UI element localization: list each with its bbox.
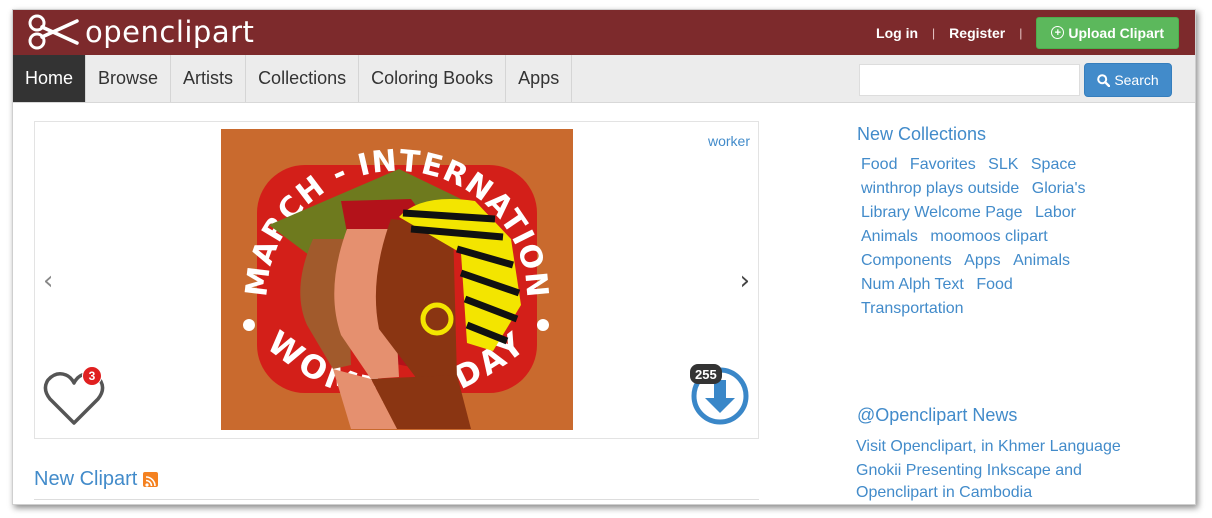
logo-text: openclipart: [85, 15, 255, 49]
separator: |: [932, 25, 936, 40]
section-divider: [34, 499, 759, 500]
browser-page: openclipart Log in | Register | + Upload…: [12, 9, 1196, 505]
search-button[interactable]: Search: [1084, 63, 1172, 97]
search-icon: [1097, 73, 1111, 87]
search-button-label: Search: [1114, 72, 1159, 88]
collection-link[interactable]: SLK: [988, 153, 1018, 177]
collection-link[interactable]: Favorites: [910, 153, 976, 177]
upload-clipart-button[interactable]: + Upload Clipart: [1036, 16, 1179, 49]
plus-circle-icon: +: [1051, 26, 1065, 39]
collection-link[interactable]: Gloria's: [1032, 177, 1086, 201]
collection-link[interactable]: Food: [976, 273, 1012, 297]
nav-coloring-books[interactable]: Coloring Books: [359, 55, 507, 102]
scissors-icon: [28, 14, 79, 50]
collection-link[interactable]: Num Alph Text: [861, 273, 964, 297]
login-link[interactable]: Log in: [876, 25, 918, 41]
news-list: Visit Openclipart, in Khmer Language Gno…: [856, 436, 1136, 504]
carousel-next-arrow[interactable]: ›: [740, 268, 750, 294]
featured-carousel: 8. MARCH - INTERNATIONAL WOMEN'S DAY wor…: [34, 121, 759, 439]
nav-browse[interactable]: Browse: [86, 55, 172, 102]
nav-apps[interactable]: Apps: [506, 55, 573, 102]
collection-link[interactable]: Components: [861, 249, 952, 273]
collection-link[interactable]: Transportation: [861, 297, 964, 321]
news-item[interactable]: Gnokii Presenting Inkscape and Openclipa…: [856, 460, 1136, 504]
register-link[interactable]: Register: [949, 25, 1005, 41]
nav-artists[interactable]: Artists: [171, 55, 247, 102]
collections-list: Food Favorites SLK Space winthrop plays …: [857, 153, 1107, 321]
slide-tag-link[interactable]: worker: [708, 133, 750, 149]
nav-collections[interactable]: Collections: [246, 55, 360, 102]
womens-day-clipart[interactable]: 8. MARCH - INTERNATIONAL WOMEN'S DAY: [221, 129, 573, 430]
search-input[interactable]: [859, 64, 1080, 96]
rss-icon[interactable]: [143, 472, 159, 487]
new-collections-title: New Collections: [857, 124, 987, 144]
account-links: Log in | Register | + Upload Clipart: [876, 10, 1179, 55]
carousel-prev-arrow[interactable]: ‹: [43, 268, 53, 294]
separator: |: [1019, 25, 1023, 40]
new-clipart-heading[interactable]: New Clipart: [34, 468, 159, 491]
collection-link[interactable]: Apps: [964, 249, 1000, 273]
collection-link[interactable]: Library Welcome Page: [861, 201, 1023, 225]
news-item[interactable]: Visit Openclipart, in Khmer Language: [856, 436, 1136, 458]
downloads-count-badge: 255: [690, 364, 722, 384]
collection-link[interactable]: Labor: [1035, 201, 1076, 225]
collection-link[interactable]: Space: [1031, 153, 1076, 177]
new-clipart-title: New Clipart: [34, 468, 138, 490]
upload-label: Upload Clipart: [1068, 24, 1164, 41]
collection-link[interactable]: Animals: [861, 225, 918, 249]
collection-link[interactable]: moomoos clipart: [930, 225, 1047, 249]
main-nav: Home Browse Artists Collections Coloring…: [13, 55, 1195, 103]
news-title: @Openclipart News: [857, 405, 1018, 425]
collection-link[interactable]: winthrop plays outside: [861, 177, 1019, 201]
nav-home[interactable]: Home: [13, 55, 87, 102]
logo[interactable]: openclipart: [27, 13, 254, 51]
likes-count-badge: 3: [82, 366, 102, 386]
collection-link[interactable]: Animals: [1013, 249, 1070, 273]
top-header: openclipart Log in | Register | + Upload…: [13, 10, 1195, 55]
collection-link[interactable]: Food: [861, 153, 897, 177]
